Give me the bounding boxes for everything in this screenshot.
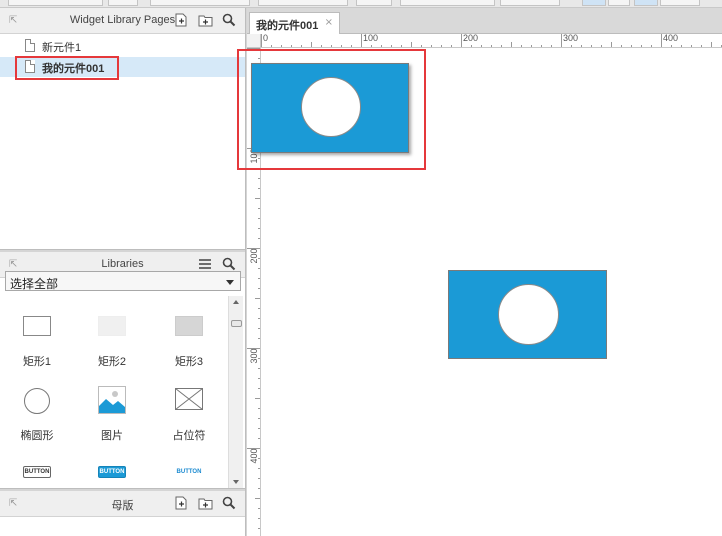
widget-highlight-box xyxy=(237,49,426,170)
library-item-button[interactable]: BUTTON xyxy=(5,456,69,488)
toolbar-button[interactable] xyxy=(258,0,348,6)
ruler-label: 400 xyxy=(663,34,679,43)
ruler-label: 200 xyxy=(249,248,259,264)
library-item-placeholder[interactable]: 占位符 xyxy=(157,382,221,442)
button-link-preview: BUTTON xyxy=(176,469,202,475)
horizontal-ruler: 0 100 200 300 400 xyxy=(261,34,722,48)
widget-pages-header: ⇱ Widget Library Pages xyxy=(0,8,245,34)
canvas-widget[interactable] xyxy=(448,270,607,359)
masters-header: ⇱ 母版 xyxy=(0,491,245,517)
button-primary-preview: BUTTON xyxy=(98,466,126,478)
ellipse-icon xyxy=(24,388,50,414)
canvas-area: 我的元件001 × 0 100 200 300 400 100 200 300 … xyxy=(237,8,722,536)
library-scrollbar[interactable] xyxy=(228,296,243,488)
search-icon[interactable] xyxy=(221,12,237,28)
ruler-corner xyxy=(247,34,261,48)
page-icon xyxy=(25,39,35,52)
chevron-down-icon xyxy=(226,280,234,285)
page-item-new-widget-1[interactable]: 新元件1 xyxy=(0,36,245,56)
add-page-icon[interactable] xyxy=(173,12,189,28)
add-folder-icon[interactable] xyxy=(197,495,213,511)
scroll-down-icon[interactable] xyxy=(233,480,239,484)
ruler-label: 300 xyxy=(563,34,579,43)
ruler-label: 400 xyxy=(249,448,259,464)
library-item-primary-button[interactable]: BUTTON xyxy=(80,456,144,488)
add-master-icon[interactable] xyxy=(173,495,189,511)
page-label: 新元件1 xyxy=(42,42,82,54)
page-highlight-box xyxy=(15,56,119,80)
scroll-up-icon[interactable] xyxy=(233,300,239,304)
toolbar-button[interactable] xyxy=(150,0,250,6)
toolbar-button[interactable] xyxy=(356,0,392,6)
library-item-label: 图片 xyxy=(101,430,123,442)
library-grid: 矩形1 矩形2 矩形3 椭圆形 图片 占位符 BUTTON BUTTON BUT… xyxy=(0,296,228,488)
ruler-label: 200 xyxy=(463,34,479,43)
toolbar-button[interactable] xyxy=(400,0,495,6)
ruler-label: 300 xyxy=(249,348,259,364)
toolbar-button[interactable] xyxy=(660,0,700,6)
library-filter-select[interactable]: 选择全部 xyxy=(5,271,241,291)
toolbar-button[interactable] xyxy=(500,0,560,6)
library-item-image[interactable]: 图片 xyxy=(80,382,144,442)
library-item-label: 矩形1 xyxy=(22,356,52,368)
rectangle-light-icon xyxy=(98,316,126,336)
toolbar-button[interactable] xyxy=(634,0,658,6)
search-icon[interactable] xyxy=(221,256,237,272)
menu-icon[interactable] xyxy=(197,256,213,272)
ruler-label: 0 xyxy=(263,34,269,43)
library-item-label: 矩形3 xyxy=(174,356,204,368)
tab-bar: 我的元件001 × xyxy=(247,8,722,34)
add-folder-icon[interactable] xyxy=(197,12,213,28)
tab-label: 我的元件001 xyxy=(256,20,319,32)
close-icon[interactable]: × xyxy=(325,17,333,28)
rectangle-gray-icon xyxy=(175,316,203,336)
library-item-rectangle-3[interactable]: 矩形3 xyxy=(157,308,221,368)
library-item-ellipse[interactable]: 椭圆形 xyxy=(5,382,69,442)
library-item-label: 椭圆形 xyxy=(20,430,54,442)
library-filter-value: 选择全部 xyxy=(10,277,59,291)
toolbar-button[interactable] xyxy=(108,0,138,6)
library-item-link-button[interactable]: BUTTON xyxy=(157,456,221,488)
placeholder-icon xyxy=(175,388,203,410)
top-toolbar xyxy=(0,0,722,8)
ruler-label: 100 xyxy=(363,34,379,43)
ruler-ticks xyxy=(261,34,722,47)
library-item-rectangle-2[interactable]: 矩形2 xyxy=(80,308,144,368)
library-item-label: 矩形2 xyxy=(97,356,127,368)
toolbar-button[interactable] xyxy=(582,0,606,6)
toolbar-button[interactable] xyxy=(8,0,103,6)
library-item-rectangle-1[interactable]: 矩形1 xyxy=(5,308,69,368)
scroll-thumb[interactable] xyxy=(231,320,242,327)
widget-circle xyxy=(498,284,559,345)
toolbar-button[interactable] xyxy=(608,0,630,6)
tab-my-widget-001[interactable]: 我的元件001 × xyxy=(249,12,340,34)
search-icon[interactable] xyxy=(221,495,237,511)
button-outline-preview: BUTTON xyxy=(23,466,51,478)
library-item-label: 占位符 xyxy=(172,430,206,442)
rectangle-outline-icon xyxy=(23,316,51,336)
image-icon xyxy=(98,386,126,414)
